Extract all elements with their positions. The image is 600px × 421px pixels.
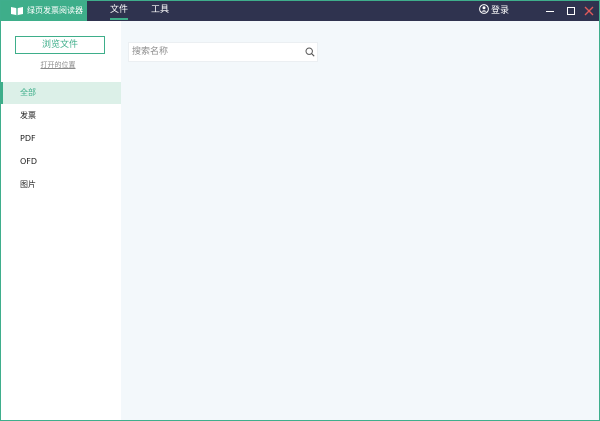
- user-circle-icon: [479, 4, 489, 14]
- title-bar: 绿页发票阅读器 文件 工具 登录: [1, 1, 599, 21]
- menu-file-active-indicator: [110, 18, 128, 20]
- app-window: 绿页发票阅读器 文件 工具 登录 浏览文件 打开的位置 全部 发票 PDF OF…: [0, 0, 600, 421]
- close-icon[interactable]: [583, 5, 595, 17]
- sidebar-item-all[interactable]: 全部: [1, 82, 121, 104]
- search-box: [128, 42, 318, 62]
- sidebar-item-label: OFD: [20, 157, 38, 166]
- minimize-icon[interactable]: [544, 5, 556, 17]
- book-icon: [11, 7, 23, 16]
- maximize-icon[interactable]: [565, 5, 577, 17]
- search-input[interactable]: [132, 44, 300, 60]
- active-indicator: [1, 82, 3, 104]
- app-title: 绿页发票阅读器: [27, 6, 83, 15]
- sidebar-item-label: 图片: [20, 180, 36, 189]
- menu-tools[interactable]: 工具: [151, 1, 169, 21]
- sidebar-item-invoice[interactable]: 发票: [1, 105, 121, 127]
- login-label: 登录: [491, 6, 510, 16]
- sidebar-item-ofd[interactable]: OFD: [1, 151, 121, 173]
- browse-files-button[interactable]: 浏览文件: [15, 36, 105, 54]
- menu-file-label: 文件: [110, 5, 129, 15]
- sidebar-item-label: 全部: [20, 88, 36, 97]
- search-icon[interactable]: [305, 47, 315, 57]
- menu-file[interactable]: 文件: [110, 1, 128, 21]
- sidebar-item-pdf[interactable]: PDF: [1, 128, 121, 150]
- sidebar: 浏览文件 打开的位置 全部 发票 PDF OFD 图片: [1, 21, 121, 420]
- main-content: [121, 21, 599, 420]
- sidebar-item-label: PDF: [20, 134, 36, 143]
- brand: 绿页发票阅读器: [1, 1, 87, 21]
- open-location-link[interactable]: 打开的位置: [1, 60, 115, 70]
- login-button[interactable]: 登录: [479, 1, 509, 21]
- menu-tools-label: 工具: [151, 5, 170, 15]
- sidebar-item-image[interactable]: 图片: [1, 174, 121, 196]
- sidebar-item-label: 发票: [20, 111, 36, 120]
